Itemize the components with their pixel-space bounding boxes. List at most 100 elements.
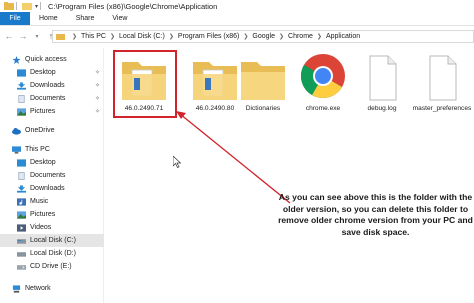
chevron-right-icon[interactable]: ❯ <box>279 33 284 40</box>
sidebar-item-desktop[interactable]: Desktop ✧ <box>0 66 104 79</box>
divider <box>40 2 42 10</box>
sidebar-item-cd-drive[interactable]: CD Drive (E:) <box>0 260 104 273</box>
sidebar-item-local-disk-c[interactable]: Local Disk (C:) <box>0 234 104 247</box>
file-label: chrome.exe <box>305 105 341 112</box>
sidebar-item-network[interactable]: Network <box>0 282 104 295</box>
back-arrow-icon[interactable]: ← <box>4 31 14 41</box>
breadcrumb-local-disk[interactable]: Local Disk (C:) <box>119 33 165 40</box>
sidebar-item-music[interactable]: Music <box>0 195 104 208</box>
sidebar-item-pc-downloads[interactable]: Downloads <box>0 182 104 195</box>
breadcrumb-chrome[interactable]: Chrome <box>288 33 313 40</box>
chrome-icon <box>301 54 345 98</box>
tab-share[interactable]: Share <box>67 12 104 25</box>
pin-icon[interactable]: ✧ <box>95 82 100 89</box>
cd-drive-icon <box>17 264 26 270</box>
sidebar-item-label: Videos <box>30 224 52 231</box>
sidebar-item-label: Desktop <box>30 69 56 76</box>
chevron-right-icon[interactable]: ❯ <box>317 33 322 40</box>
tab-file[interactable]: File <box>0 12 30 25</box>
title-bar: ▾ C:\Program Files (x86)\Google\Chrome\A… <box>0 0 474 12</box>
pictures-icon <box>17 107 26 116</box>
drive-icon <box>17 238 26 244</box>
sidebar-item-quick-access[interactable]: Quick access <box>0 53 104 66</box>
download-icon <box>17 184 26 193</box>
documents-icon <box>18 94 25 103</box>
sidebar-item-label: CD Drive (E:) <box>30 263 72 270</box>
music-icon <box>17 197 26 206</box>
folder-icon <box>241 62 285 100</box>
sidebar-item-label: OneDrive <box>25 127 55 134</box>
sidebar-item-downloads[interactable]: Downloads ✧ <box>0 79 104 92</box>
sidebar-item-label: Documents <box>30 172 66 179</box>
pictures-icon <box>17 210 26 219</box>
sidebar-item-label: This PC <box>25 146 50 153</box>
sidebar-item-label: Local Disk (C:) <box>30 237 76 244</box>
sidebar-item-label: Downloads <box>30 185 65 192</box>
sidebar-item-label: Pictures <box>30 108 56 115</box>
drive-icon <box>17 251 26 257</box>
sidebar-item-pictures[interactable]: Pictures ✧ <box>0 105 104 118</box>
download-icon <box>17 81 26 90</box>
window-title: C:\Program Files (x86)\Google\Chrome\App… <box>48 1 218 11</box>
recent-chevron-icon[interactable]: ▾ <box>32 33 42 40</box>
sidebar-item-label: Network <box>25 285 51 292</box>
star-icon <box>12 55 21 64</box>
sidebar-item-label: Pictures <box>30 211 56 218</box>
tab-home[interactable]: Home <box>30 12 67 25</box>
address-bar[interactable]: ❯ This PC ❯ Local Disk (C:) ❯ Program Fi… <box>52 30 474 43</box>
sidebar-item-label: Local Disk (D:) <box>30 250 76 257</box>
file-label: Dictionaries <box>245 105 281 112</box>
highlight-box <box>113 50 177 118</box>
breadcrumb-application[interactable]: Application <box>326 33 360 40</box>
cloud-icon <box>12 127 21 135</box>
pin-icon[interactable]: ✧ <box>95 69 100 76</box>
folder-item[interactable]: Dictionaries <box>231 52 295 124</box>
computer-icon <box>12 145 21 154</box>
forward-arrow-icon[interactable]: → <box>18 31 28 41</box>
sidebar-item-pc-pictures[interactable]: Pictures <box>0 208 104 221</box>
pin-icon[interactable]: ✧ <box>95 95 100 102</box>
pin-icon[interactable]: ✧ <box>95 108 100 115</box>
sidebar-item-label: Desktop <box>30 159 56 166</box>
sidebar-item-label: Downloads <box>30 82 65 89</box>
ribbon-tabs: File Home Share View <box>0 12 474 26</box>
sidebar-item-pc-desktop[interactable]: Desktop <box>0 156 104 169</box>
document-icon <box>429 55 457 101</box>
chevron-right-icon[interactable]: ❯ <box>169 33 174 40</box>
navigation-bar: ← → ▾ ↑ ❯ This PC ❯ Local Disk (C:) ❯ Pr… <box>0 27 474 45</box>
file-item[interactable]: debug.log <box>350 52 414 124</box>
file-label: master_preferences <box>412 105 472 112</box>
breadcrumb-this-pc[interactable]: This PC <box>81 33 106 40</box>
desktop-icon <box>17 68 26 77</box>
chevron-right-icon: ❯ <box>72 34 78 40</box>
sidebar-item-label: Documents <box>30 95 66 102</box>
sidebar-item-pc-documents[interactable]: Documents <box>0 169 104 182</box>
sidebar-item-local-disk-d[interactable]: Local Disk (D:) <box>0 247 104 260</box>
document-icon <box>369 55 397 101</box>
folder-icon <box>4 2 14 10</box>
chevron-right-icon[interactable]: ❯ <box>243 33 248 40</box>
documents-icon <box>18 171 25 180</box>
desktop-icon <box>17 158 26 167</box>
breadcrumb-program-files[interactable]: Program Files (x86) <box>178 33 239 40</box>
file-label: debug.log <box>367 105 397 112</box>
sidebar-item-documents[interactable]: Documents ✧ <box>0 92 104 105</box>
breadcrumb-google[interactable]: Google <box>252 33 275 40</box>
divider <box>16 2 17 10</box>
annotation-text: As you can see above this is the folder … <box>278 192 473 237</box>
network-icon <box>12 284 21 293</box>
navigation-pane: Quick access Desktop ✧ Downloads ✧ Docum… <box>0 48 104 303</box>
tab-view[interactable]: View <box>103 12 136 25</box>
mouse-cursor-icon <box>173 156 181 168</box>
chevron-down-icon[interactable]: ▾ <box>35 3 38 10</box>
folder-icon <box>56 34 65 40</box>
file-item[interactable]: master_preferences <box>410 52 474 124</box>
sidebar-item-onedrive[interactable]: OneDrive <box>0 124 104 137</box>
new-folder-icon[interactable] <box>22 2 32 10</box>
sidebar-item-this-pc[interactable]: This PC <box>0 143 104 156</box>
video-icon <box>17 223 26 232</box>
sidebar-item-videos[interactable]: Videos <box>0 221 104 234</box>
sidebar-item-label: Quick access <box>25 56 67 63</box>
chevron-right-icon[interactable]: ❯ <box>110 33 115 40</box>
file-item[interactable]: chrome.exe <box>291 52 355 124</box>
